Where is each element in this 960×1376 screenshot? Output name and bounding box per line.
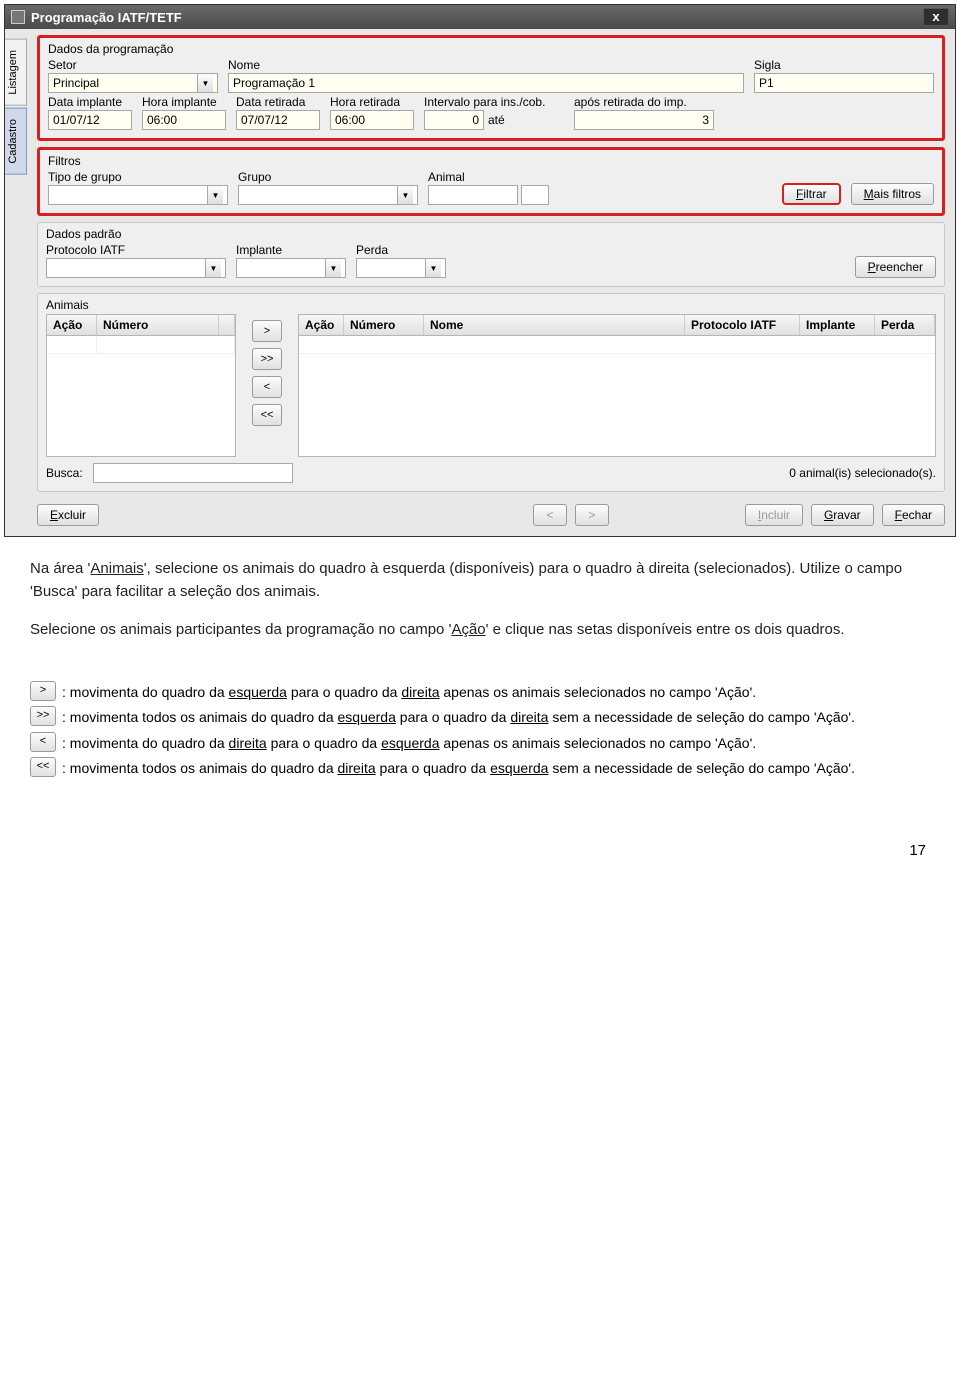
group-dados-padrao: Dados padrão Protocolo IATF ▼ Implante ▼… bbox=[37, 222, 945, 287]
label-busca: Busca: bbox=[46, 466, 83, 480]
combo-grupo[interactable]: ▼ bbox=[238, 185, 418, 205]
col-acao-right[interactable]: Ação bbox=[299, 315, 344, 335]
preencher-button[interactable]: Preencher bbox=[855, 256, 936, 278]
tab-listagem[interactable]: Listagem bbox=[5, 39, 27, 106]
col-implante-right[interactable]: Implante bbox=[800, 315, 875, 335]
chevron-down-icon[interactable]: ▼ bbox=[197, 74, 213, 92]
left-grid: Ação Número bbox=[46, 314, 236, 457]
chevron-down-icon[interactable]: ▼ bbox=[205, 259, 221, 277]
move-left-button[interactable]: < bbox=[252, 376, 282, 398]
input-data-retirada[interactable] bbox=[236, 110, 320, 130]
input-data-implante[interactable] bbox=[48, 110, 132, 130]
col-numero-left[interactable]: Número bbox=[97, 315, 219, 335]
chevron-down-icon[interactable]: ▼ bbox=[207, 186, 223, 204]
setor-value: Principal bbox=[53, 76, 197, 90]
col-scroll-left bbox=[219, 315, 235, 335]
right-grid: Ação Número Nome Protocolo IATF Implante… bbox=[298, 314, 936, 457]
group-title-animais: Animais bbox=[46, 298, 936, 312]
explanation-text: Na área 'Animais', selecione os animais … bbox=[0, 537, 960, 663]
fechar-button[interactable]: Fechar bbox=[882, 504, 945, 526]
app-icon bbox=[11, 10, 25, 24]
label-grupo: Grupo bbox=[238, 170, 418, 184]
label-data-implante: Data implante bbox=[48, 95, 132, 109]
chevron-down-icon[interactable]: ▼ bbox=[425, 259, 441, 277]
titlebar: Programação IATF/TETF x bbox=[5, 5, 955, 29]
label-hora-retirada: Hora retirada bbox=[330, 95, 414, 109]
label-protocolo: Protocolo IATF bbox=[46, 243, 226, 257]
input-intervalo[interactable] bbox=[424, 110, 484, 130]
label-nome: Nome bbox=[228, 58, 744, 72]
label-apos-retirada: após retirada do imp. bbox=[574, 95, 714, 109]
legend-item-3: < : movimenta do quadro da direita para … bbox=[30, 732, 930, 754]
col-acao-left[interactable]: Ação bbox=[47, 315, 97, 335]
combo-protocolo[interactable]: ▼ bbox=[46, 258, 226, 278]
label-setor: Setor bbox=[48, 58, 218, 72]
legend-item-2: >> : movimenta todos os animais do quadr… bbox=[30, 706, 930, 728]
label-hora-implante: Hora implante bbox=[142, 95, 226, 109]
move-right-button[interactable]: > bbox=[252, 320, 282, 342]
move-all-left-button[interactable]: << bbox=[252, 404, 282, 426]
group-title-dados: Dados da programação bbox=[48, 42, 934, 56]
group-dados-programacao: Dados da programação Setor Principal ▼ N… bbox=[37, 35, 945, 141]
combo-tipo-grupo[interactable]: ▼ bbox=[48, 185, 228, 205]
label-intervalo: Intervalo para ins./cob. bbox=[424, 95, 564, 109]
group-title-padrao: Dados padrão bbox=[46, 227, 936, 241]
combo-implante[interactable]: ▼ bbox=[236, 258, 346, 278]
input-animal-aux[interactable] bbox=[521, 185, 549, 205]
page-number: 17 bbox=[0, 782, 960, 879]
label-implante: Implante bbox=[236, 243, 346, 257]
label-tipo-grupo: Tipo de grupo bbox=[48, 170, 228, 184]
tab-cadastro[interactable]: Cadastro bbox=[5, 108, 27, 175]
label-data-retirada: Data retirada bbox=[236, 95, 320, 109]
col-nome-right[interactable]: Nome bbox=[424, 315, 685, 335]
status-selecionados: 0 animal(is) selecionado(s). bbox=[789, 466, 936, 480]
filtrar-button[interactable]: Filtrar bbox=[782, 183, 841, 205]
legend-right-icon: > bbox=[30, 681, 56, 701]
chevron-down-icon[interactable]: ▼ bbox=[325, 259, 341, 277]
input-nome[interactable] bbox=[228, 73, 744, 93]
app-window: Programação IATF/TETF x Listagem Cadastr… bbox=[4, 4, 956, 537]
label-ate: até bbox=[488, 113, 505, 127]
input-hora-retirada[interactable] bbox=[330, 110, 414, 130]
vertical-tabs: Listagem Cadastro bbox=[5, 29, 27, 536]
legend: > : movimenta do quadro da esquerda para… bbox=[0, 663, 960, 780]
transfer-buttons: > >> < << bbox=[252, 320, 282, 457]
label-perda: Perda bbox=[356, 243, 446, 257]
chevron-down-icon[interactable]: ▼ bbox=[397, 186, 413, 204]
legend-item-4: << : movimenta todos os animais do quadr… bbox=[30, 757, 930, 779]
combo-perda[interactable]: ▼ bbox=[356, 258, 446, 278]
input-sigla[interactable] bbox=[754, 73, 934, 93]
group-title-filtros: Filtros bbox=[48, 154, 934, 168]
prev-button[interactable]: < bbox=[533, 504, 567, 526]
group-animais: Animais Ação Número bbox=[37, 293, 945, 492]
excluir-button[interactable]: Excluir bbox=[37, 504, 99, 526]
close-button[interactable]: x bbox=[923, 8, 949, 26]
combo-setor[interactable]: Principal ▼ bbox=[48, 73, 218, 93]
next-button[interactable]: > bbox=[575, 504, 609, 526]
input-hora-implante[interactable] bbox=[142, 110, 226, 130]
legend-all-left-icon: << bbox=[30, 757, 56, 777]
mais-filtros-button[interactable]: Mais filtros bbox=[851, 183, 934, 205]
legend-all-right-icon: >> bbox=[30, 706, 56, 726]
col-protocolo-right[interactable]: Protocolo IATF bbox=[685, 315, 800, 335]
gravar-button[interactable]: Gravar bbox=[811, 504, 874, 526]
move-all-right-button[interactable]: >> bbox=[252, 348, 282, 370]
label-sigla: Sigla bbox=[754, 58, 934, 72]
input-animal[interactable] bbox=[428, 185, 518, 205]
incluir-button[interactable]: Incluir bbox=[745, 504, 803, 526]
window-title: Programação IATF/TETF bbox=[31, 10, 182, 25]
input-busca[interactable] bbox=[93, 463, 293, 483]
right-grid-body[interactable] bbox=[299, 336, 935, 456]
input-apos-retirada[interactable] bbox=[574, 110, 714, 130]
group-filtros: Filtros Tipo de grupo ▼ Grupo ▼ Animal bbox=[37, 147, 945, 216]
footer-buttons: Excluir < > Incluir Gravar Fechar bbox=[37, 498, 945, 526]
legend-left-icon: < bbox=[30, 732, 56, 752]
legend-item-1: > : movimenta do quadro da esquerda para… bbox=[30, 681, 930, 703]
label-animal: Animal bbox=[428, 170, 558, 184]
col-perda-right[interactable]: Perda bbox=[875, 315, 935, 335]
left-grid-body[interactable] bbox=[47, 336, 235, 456]
col-numero-right[interactable]: Número bbox=[344, 315, 424, 335]
